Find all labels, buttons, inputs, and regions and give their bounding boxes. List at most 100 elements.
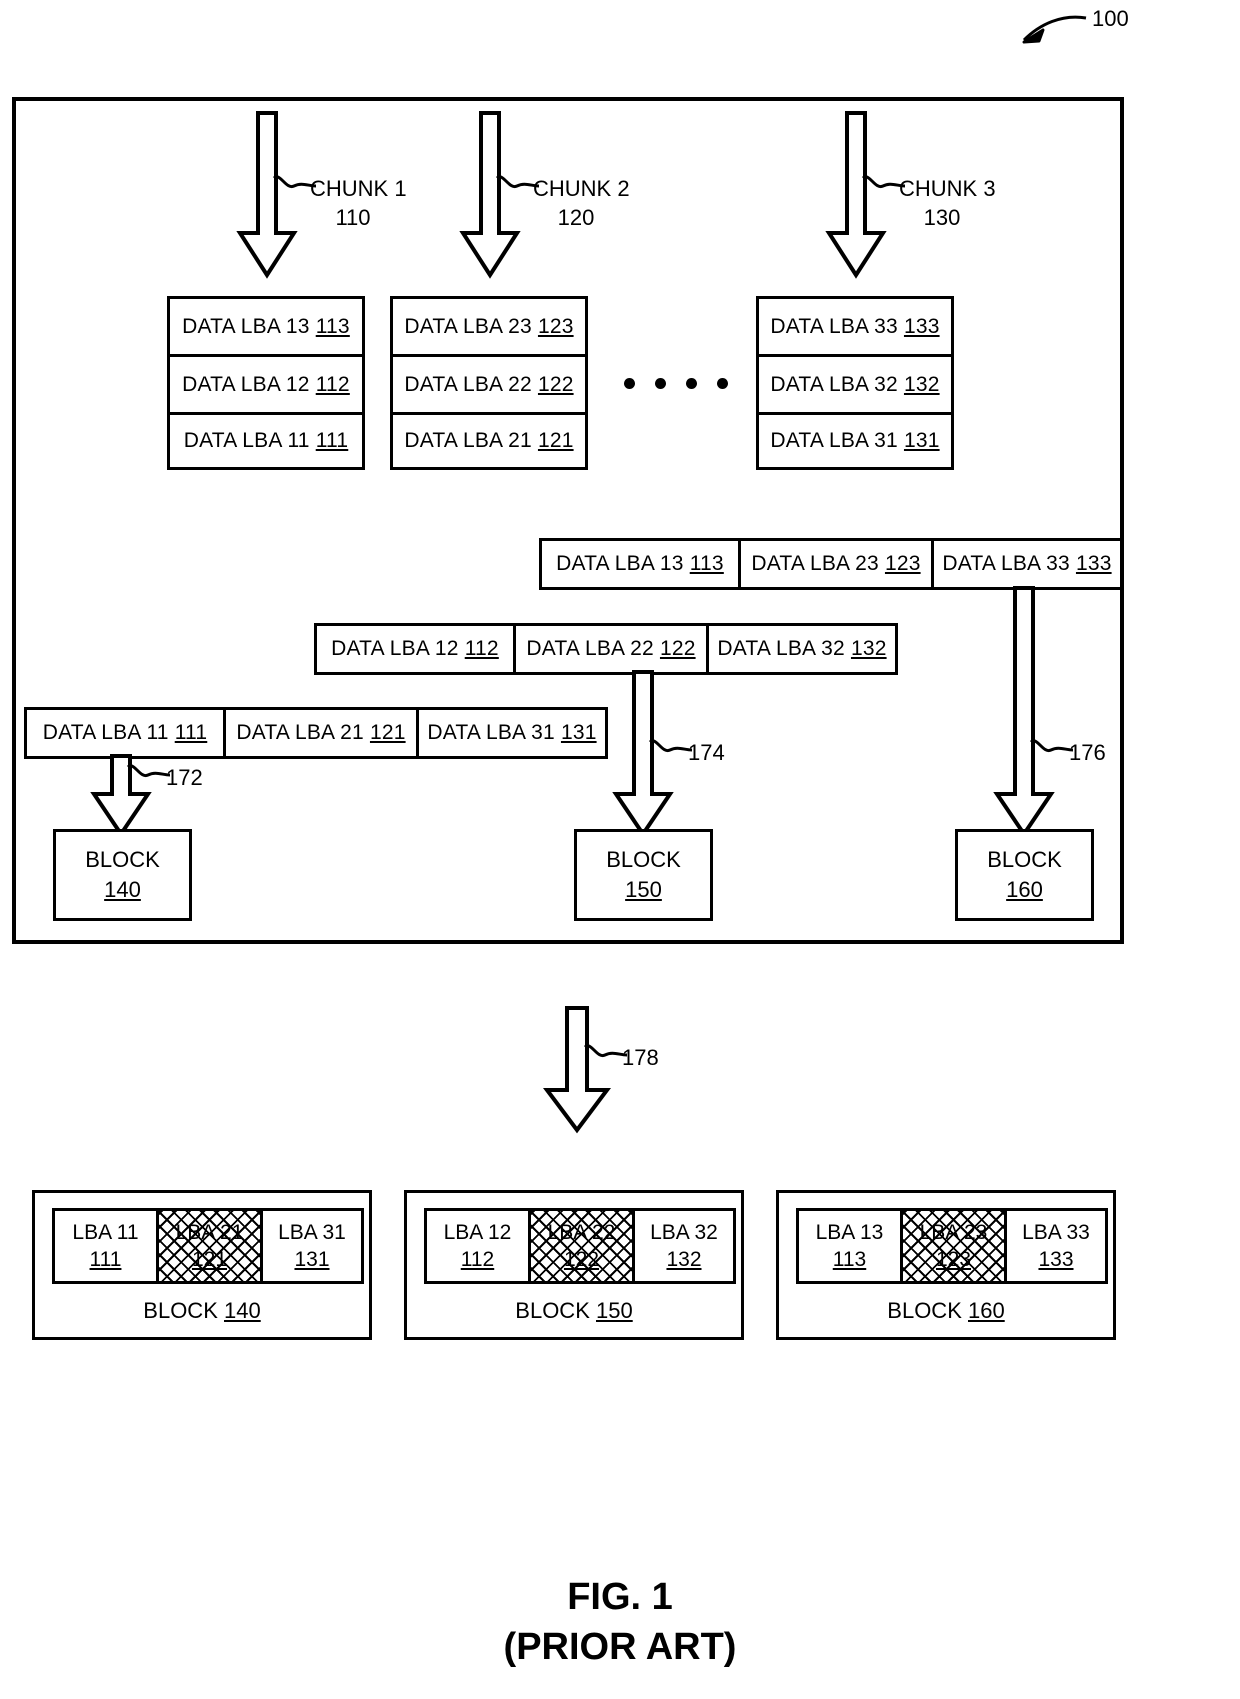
cell-label: LBA 11: [72, 1220, 139, 1244]
cell-label: DATA LBA 33: [770, 314, 898, 338]
cell-ref: 112: [460, 1248, 495, 1271]
cell-label: LBA 12: [443, 1220, 512, 1244]
transition-arrow-178: [543, 1006, 611, 1134]
cell-ref: 133: [903, 314, 940, 338]
cell-ref: 123: [537, 314, 574, 338]
block-label-number: 160: [968, 1298, 1005, 1323]
chunk-3-stack: DATA LBA 33 133 DATA LBA 32 132 DATA LBA…: [756, 296, 954, 470]
chunk-2-label: CHUNK 2 120: [533, 176, 630, 231]
cell-label: DATA LBA 21: [236, 721, 364, 744]
cell-ref: 131: [903, 429, 940, 452]
cell-ref: 111: [315, 429, 349, 452]
block-label-text: BLOCK: [887, 1298, 962, 1323]
figure-caption-line-1: FIG. 1: [567, 1576, 673, 1618]
dot: [655, 378, 666, 389]
stripe-3-cell-0: DATA LBA 13 113: [539, 538, 738, 590]
mid-block-160-label: BLOCK: [987, 847, 1062, 873]
result-block-160: LBA 13 113 LBA 23 123 LBA 33 133 BLOCK 1…: [776, 1190, 1116, 1340]
cell-label: LBA 31: [278, 1220, 346, 1244]
dot: [624, 378, 635, 389]
cell-label: DATA LBA 11: [42, 721, 169, 744]
block-label-number: 140: [224, 1298, 261, 1323]
result-block-150-label: BLOCK 150: [407, 1298, 741, 1324]
cell-ref: 112: [315, 372, 350, 396]
mid-block-140-label: BLOCK: [85, 847, 160, 873]
chunk-2-row-2: DATA LBA 21 121: [390, 412, 588, 470]
cell-ref: 121: [369, 721, 406, 744]
cell-ref: 131: [560, 721, 597, 744]
stripe-1-cell-2: DATA LBA 31 131: [416, 707, 608, 759]
mid-block-150-number: 150: [625, 877, 662, 902]
cell-ref: 113: [689, 552, 724, 575]
chunk-3-row-2: DATA LBA 31 131: [756, 412, 954, 470]
stripe-3-cell-1: DATA LBA 23 123: [738, 538, 931, 590]
cell-label: DATA LBA 32: [770, 372, 898, 396]
result-block-150: LBA 12 112 LBA 22 122 LBA 32 132 BLOCK 1…: [404, 1190, 744, 1340]
result-cell-lba-32: LBA 32 132: [632, 1208, 736, 1284]
stripe-2-cell-0: DATA LBA 12 112: [314, 623, 513, 675]
callout-176: 176: [1069, 740, 1106, 765]
chunk-1-input-arrow: [236, 111, 298, 279]
stripe-row-3: DATA LBA 13 113 DATA LBA 23 123 DATA LBA…: [539, 538, 1123, 590]
cell-ref: 131: [294, 1248, 330, 1271]
stripe-row-2: DATA LBA 12 112 DATA LBA 22 122 DATA LBA…: [314, 623, 898, 675]
figure-caption-line-2: (PRIOR ART): [503, 1626, 737, 1669]
mid-block-150-label: BLOCK: [606, 847, 681, 873]
result-block-140: LBA 11 111 LBA 21 121 LBA 31 131 BLOCK 1…: [32, 1190, 372, 1340]
block-label-number: 150: [596, 1298, 633, 1323]
mid-block-160-number: 160: [1006, 877, 1043, 902]
cell-label: LBA 13: [815, 1220, 884, 1244]
cell-label: DATA LBA 13: [182, 314, 310, 338]
cell-ref: 121: [191, 1248, 228, 1271]
dot: [686, 378, 697, 389]
chunk-1-stack: DATA LBA 13 113 DATA LBA 12 112 DATA LBA…: [167, 296, 365, 470]
cell-label: DATA LBA 31: [427, 721, 555, 744]
cell-label: DATA LBA 23: [404, 314, 532, 338]
callout-172: 172: [166, 765, 203, 790]
patent-figure-page: 100 CHUNK 1 110 DATA LBA 13 113 DATA LBA…: [0, 0, 1240, 1699]
cell-ref: 133: [1038, 1248, 1074, 1271]
chunk-3-row-0: DATA LBA 33 133: [756, 296, 954, 354]
mid-block-150: BLOCK 150: [574, 829, 713, 921]
reference-numeral-100: 100: [1092, 6, 1129, 31]
chunk-3-label: CHUNK 3 130: [899, 176, 996, 231]
result-block-140-cells: LBA 11 111 LBA 21 121 LBA 31 131: [52, 1208, 364, 1284]
cell-ref: 122: [659, 637, 696, 660]
result-block-160-cells: LBA 13 113 LBA 23 123 LBA 33 133: [796, 1208, 1108, 1284]
cell-ref: 132: [850, 637, 887, 660]
cell-ref: 111: [174, 721, 208, 744]
cell-ref: 132: [903, 372, 940, 396]
chunk-2-number: 120: [557, 205, 595, 230]
cell-label: DATA LBA 12: [182, 372, 310, 396]
cell-ref: 122: [563, 1248, 600, 1271]
result-cell-lba-12: LBA 12 112: [424, 1208, 528, 1284]
chunk-3-input-arrow: [825, 111, 887, 279]
result-cell-lba-22: LBA 22 122: [528, 1208, 632, 1284]
block-label-text: BLOCK: [143, 1298, 218, 1323]
cell-label: DATA LBA 32: [717, 637, 845, 660]
result-block-160-label: BLOCK 160: [779, 1298, 1113, 1324]
result-cell-lba-33: LBA 33 133: [1004, 1208, 1108, 1284]
chunk-1-row-1: DATA LBA 12 112: [167, 354, 365, 412]
chunk-2-row-0: DATA LBA 23 123: [390, 296, 588, 354]
chunk-1-row-2: DATA LBA 11 111: [167, 412, 365, 470]
cell-label: DATA LBA 22: [526, 637, 654, 660]
result-cell-lba-23: LBA 23 123: [900, 1208, 1004, 1284]
cell-label: LBA 23: [919, 1220, 988, 1244]
stripe-3-cell-2: DATA LBA 33 133: [931, 538, 1123, 590]
cell-label: DATA LBA 33: [942, 552, 1070, 575]
cell-label: DATA LBA 22: [404, 372, 532, 396]
chunk-3-row-1: DATA LBA 32 132: [756, 354, 954, 412]
result-cell-lba-21: LBA 21 121: [156, 1208, 260, 1284]
cell-ref: 123: [935, 1248, 972, 1271]
cell-ref: 121: [537, 429, 574, 452]
cell-ref: 133: [1075, 552, 1112, 575]
write-arrow-176: [993, 586, 1055, 838]
chunk-2-title: CHUNK 2: [533, 176, 630, 201]
stripe-row-1: DATA LBA 11 111 DATA LBA 21 121 DATA LBA…: [24, 707, 608, 759]
cell-ref: 122: [537, 372, 574, 396]
chunk-2-stack: DATA LBA 23 123 DATA LBA 22 122 DATA LBA…: [390, 296, 588, 470]
chunk-3-title: CHUNK 3: [899, 176, 996, 201]
cell-ref: 113: [832, 1248, 867, 1271]
cell-label: DATA LBA 31: [770, 429, 898, 452]
